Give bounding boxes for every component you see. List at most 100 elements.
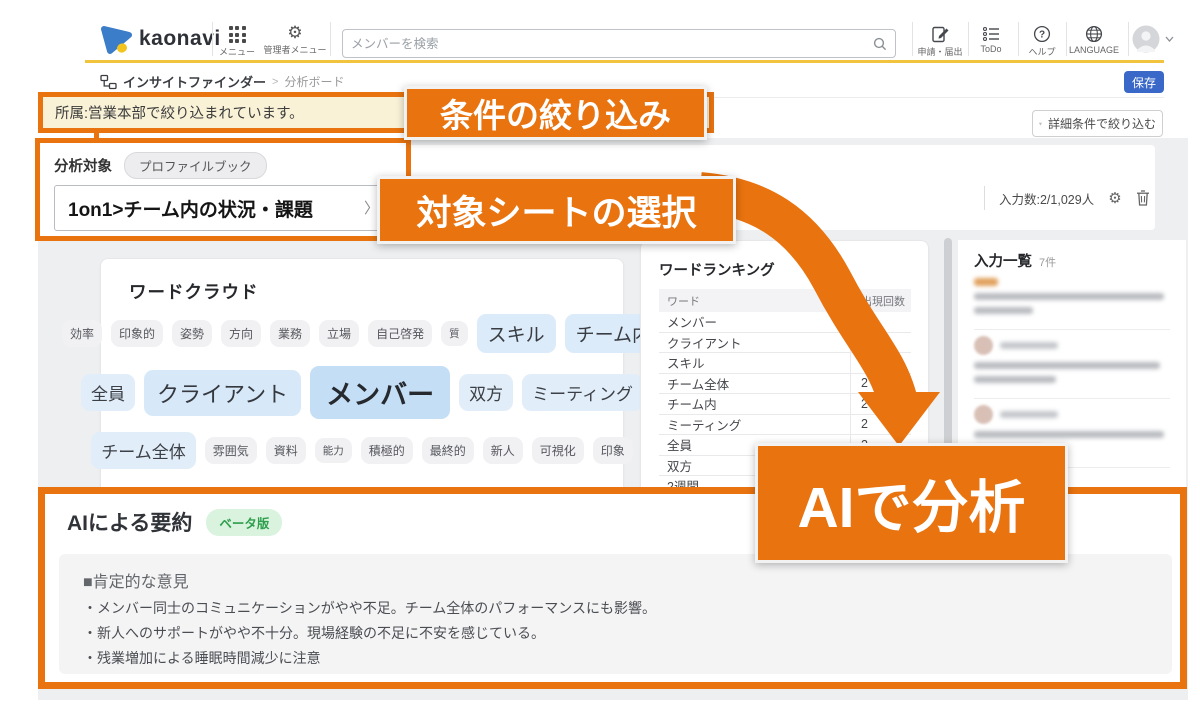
blurred-text [974, 431, 1164, 438]
todo-button[interactable]: ToDo [968, 26, 1014, 54]
detail-filter-button[interactable]: 詳細条件で絞り込む [1032, 110, 1163, 137]
logo-text: kaonavi [139, 27, 221, 51]
filter-icon [1039, 118, 1042, 130]
ranking-row: スキル2 [659, 353, 911, 374]
language-button[interactable]: LANGUAGE [1064, 25, 1124, 55]
account-menu[interactable] [1132, 25, 1174, 53]
svg-text:?: ? [1039, 30, 1045, 41]
ranking-count: 2 [850, 415, 911, 435]
wordcloud-word[interactable]: スキル [477, 314, 556, 353]
analysis-target-label: 分析対象 [54, 155, 112, 176]
ranking-row: メンバー [659, 312, 911, 333]
blurred-text [974, 362, 1160, 369]
wordcloud-word[interactable]: 自己啓発 [368, 320, 432, 347]
member-search [342, 29, 896, 58]
wordcloud-word[interactable]: 印象的 [111, 320, 163, 347]
wordcloud-word[interactable]: チーム全体 [91, 432, 196, 469]
ranking-count: 2 [850, 374, 911, 394]
settings-gear-icon[interactable]: ⚙ [1108, 189, 1121, 207]
wordcloud-word[interactable]: 可視化 [532, 437, 584, 464]
search-input[interactable] [343, 37, 872, 51]
wordcloud-word[interactable]: 全員 [81, 374, 135, 411]
ranking-count: 3 [850, 333, 911, 353]
language-label: LANGUAGE [1069, 45, 1119, 55]
menu-label: メニュー [219, 45, 255, 58]
ranking-header: ワード 出現回数 [659, 289, 911, 312]
help-label: ヘルプ [1028, 45, 1055, 58]
grid-menu-icon [229, 26, 246, 43]
wordcloud-title: ワードクラウド [129, 279, 259, 304]
blurred-text [974, 376, 1056, 383]
blurred-name [1000, 342, 1058, 349]
sheet-select-value: 1on1>チーム内の状況・課題 [55, 195, 313, 222]
trash-icon[interactable] [1136, 190, 1150, 206]
wordcloud-word[interactable]: 積極的 [361, 437, 413, 464]
wordcloud-word[interactable]: 立場 [319, 320, 359, 347]
detail-filter-label: 詳細条件で絞り込む [1048, 115, 1156, 132]
wordcloud-word[interactable]: クライアント [144, 370, 301, 416]
wordcloud-word[interactable]: 姿勢 [172, 320, 212, 347]
search-icon[interactable] [872, 36, 888, 52]
input-entry [974, 329, 1170, 398]
input-list-count: 7件 [1039, 254, 1056, 270]
ranking-word: チーム内 [659, 394, 850, 413]
avatar [974, 405, 993, 424]
wordcloud-word[interactable]: 印象 [593, 437, 633, 464]
callout-sheet: 対象シートの選択 [377, 176, 736, 244]
wordcloud-word[interactable]: 質 [441, 321, 468, 346]
blurred-name [1000, 411, 1058, 418]
ai-bullet: ・新人へのサポートがやや不十分。現場経験の不足に不安を感じている。 [83, 621, 656, 646]
ai-bullets: ・メンバー同士のコミュニケーションがやや不足。チーム全体のパフォーマンスにも影響… [83, 596, 656, 671]
filter-notice-text: 所属:営業本部で絞り込まれています。 [43, 102, 304, 123]
chevron-down-icon [1165, 36, 1174, 42]
todo-list-icon [982, 26, 1001, 42]
admin-menu-label: 管理者メニュー [263, 43, 326, 56]
todo-label: ToDo [980, 44, 1001, 54]
wordcloud-word[interactable]: 最終的 [422, 437, 474, 464]
help-button[interactable]: ? ヘルプ [1019, 25, 1065, 58]
wordcloud-word[interactable]: 新人 [483, 437, 523, 464]
help-icon: ? [1033, 25, 1051, 43]
ranking-word: メンバー [659, 312, 850, 331]
wordcloud-word[interactable]: 業務 [270, 320, 310, 347]
wordcloud-body: 効率印象的姿勢方向業務立場自己啓発質スキルチーム内全員クライアントメンバー双方ミ… [115, 314, 609, 482]
menu-button[interactable]: メニュー [213, 26, 261, 58]
wordcloud-word[interactable]: 双方 [459, 374, 513, 411]
ai-bullet: ・残業増加による睡眠時間減少に注意 [83, 646, 656, 671]
wordcloud-word[interactable]: メンバー [310, 366, 450, 419]
header-divider [330, 22, 331, 56]
wordcloud-word[interactable]: 方向 [221, 320, 261, 347]
wordcloud-word[interactable]: 資料 [266, 437, 306, 464]
breadcrumb: インサイトファインダー > 分析ボード [100, 72, 344, 91]
wordcloud-word[interactable]: ミーティング [522, 374, 643, 411]
input-count-group: 入力数:2/1,029人 ⚙ [984, 186, 1150, 210]
callout-ai-text: AIで分析 [798, 462, 1026, 544]
ranking-word: チーム全体 [659, 374, 850, 393]
blurred-text [974, 307, 1033, 314]
ranking-count [850, 312, 911, 332]
ranking-word: スキル [659, 353, 850, 372]
ranking-word: クライアント [659, 333, 850, 352]
ranking-row: チーム内2 [659, 394, 911, 415]
ranking-count: 2 [850, 353, 911, 373]
ai-summary-title: AIによる要約 [67, 507, 192, 537]
callout-filter-text: 条件の絞り込み [440, 89, 671, 137]
wordcloud-word[interactable]: 効率 [62, 320, 102, 347]
analysis-target-box: 分析対象 プロファイルブック 1on1>チーム内の状況・課題 〉 [35, 138, 411, 241]
beta-badge: ベータ版 [206, 509, 282, 536]
ai-summary-heading: ■肯定的な意見 [83, 568, 189, 592]
applications-button[interactable]: 申請・届出 [915, 26, 965, 58]
wordcloud-word[interactable]: 能力 [315, 438, 352, 463]
profile-book-badge: プロファイルブック [124, 152, 267, 179]
ranking-row: チーム全体2 [659, 374, 911, 395]
header-divider [912, 22, 913, 56]
input-count: 入力数:2/1,029人 [999, 189, 1094, 208]
admin-menu-button[interactable]: ⚙ 管理者メニュー [262, 24, 328, 56]
wordcloud-word[interactable]: 雰囲気 [205, 437, 257, 464]
sheet-select[interactable]: 1on1>チーム内の状況・課題 〉 [54, 185, 408, 231]
kaonavi-logo[interactable]: kaonavi [100, 24, 221, 54]
callout-filter: 条件の絞り込み [404, 86, 707, 140]
word-ranking-title: ワードランキング [659, 259, 775, 280]
breadcrumb-section[interactable]: インサイトファインダー [123, 72, 266, 91]
save-button[interactable]: 保存 [1124, 71, 1164, 93]
